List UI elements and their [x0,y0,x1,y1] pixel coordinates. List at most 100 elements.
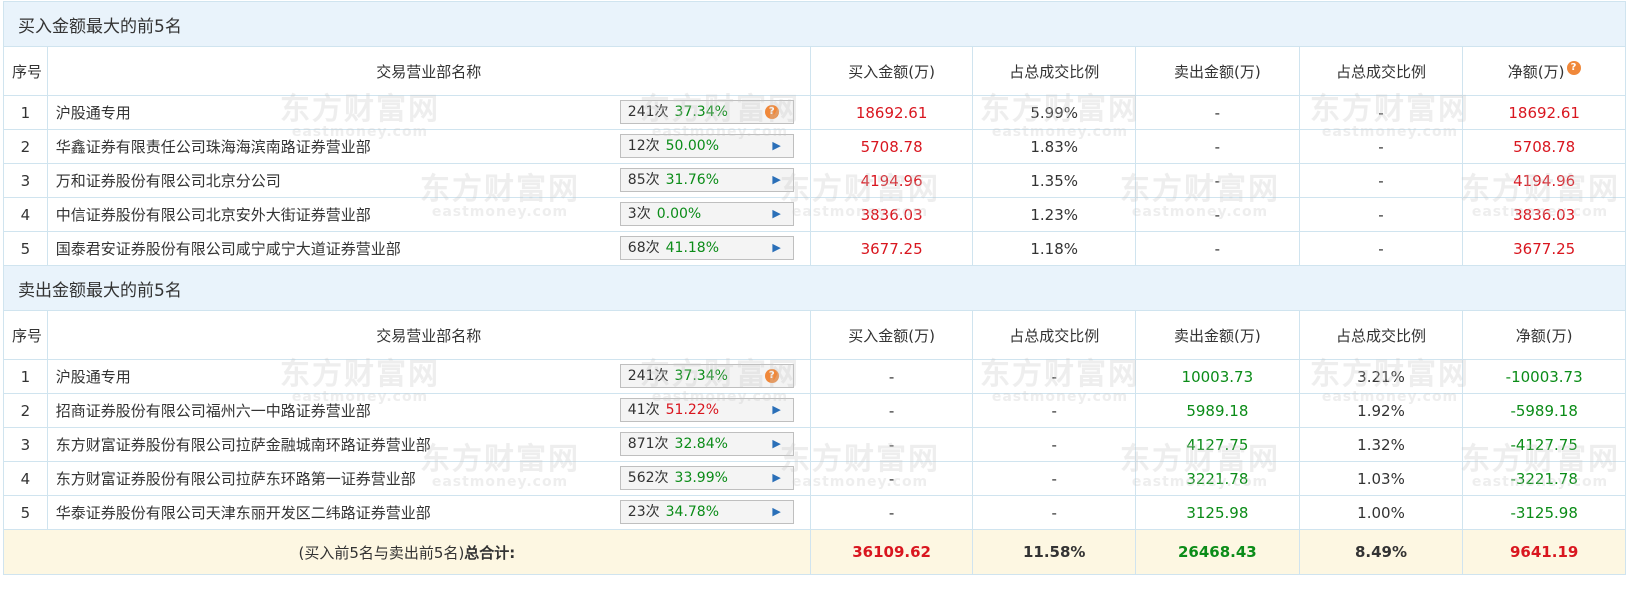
help-circle-icon[interactable]: ? [764,105,779,119]
seat-name-cell: 华泰证券股份有限公司天津东丽开发区二纬路证券营业部 23次 34.78% ▶ [46,495,811,530]
seat-stat-badge[interactable]: 12次 50.00% ▶ [619,134,794,158]
buy-ratio: - [972,359,1137,394]
total-row: (买入前5名与卖出前5名)总合计: 36109.62 11.58% 26468.… [3,529,1626,575]
seat-name[interactable]: 华泰证券股份有限公司天津东丽开发区二纬路证券营业部 [56,502,431,523]
buy-ratio: 1.23% [972,197,1137,232]
sell-amount: - [1135,197,1300,232]
play-right-icon[interactable]: ▶ [772,237,780,259]
seat-name[interactable]: 招商证券股份有限公司福州六一中路证券营业部 [56,400,371,421]
buy-amount: 4194.96 [809,163,974,198]
seat-name[interactable]: 东方财富证券股份有限公司拉萨东环路第一证券营业部 [56,468,416,489]
seat-win-rate: 34.78% [665,504,720,520]
play-right-icon[interactable]: ▶ [772,501,780,523]
help-circle-icon[interactable]: ? [1566,60,1581,75]
seat-trade-count: 871次 [627,436,669,452]
net-amount: -3125.98 [1462,495,1626,530]
sell-amount: 3125.98 [1135,495,1300,530]
seat-name[interactable]: 沪股通专用 [56,102,131,123]
buy-amount: - [809,393,974,428]
header-index: 序号 [3,46,48,96]
total-buy-ratio: 11.58% [972,529,1137,575]
seat-trade-count: 241次 [627,368,669,384]
seat-stat-badge[interactable]: 23次 34.78% ▶ [619,500,794,524]
header-net: 净额(万) [1462,310,1626,360]
seat-win-rate: 41.18% [665,240,720,256]
header-buy-ratio: 占总成交比例 [972,310,1137,360]
buy-amount: 18692.61 [809,95,974,130]
play-right-icon[interactable]: ▶ [772,203,780,225]
play-right-icon[interactable]: ▶ [772,433,780,455]
buy-amount: - [809,461,974,496]
seat-stat-badge[interactable]: 871次 32.84% ▶ [619,432,794,456]
net-amount: -4127.75 [1462,427,1626,462]
sell-amount: - [1135,95,1300,130]
seat-stat-badge[interactable]: 3次 0.00% ▶ [619,202,794,226]
buy-ratio: - [972,427,1137,462]
header-buy-amount: 买入金额(万) [809,46,974,96]
net-amount: 3836.03 [1462,197,1626,232]
sell-ratio: - [1298,231,1464,266]
header-sell-amount: 卖出金额(万) [1135,46,1300,96]
sell-amount: 10003.73 [1135,359,1300,394]
seat-name-cell: 东方财富证券股份有限公司拉萨金融城南环路证券营业部 871次 32.84% ▶ [46,427,811,462]
seat-name[interactable]: 沪股通专用 [56,366,131,387]
header-net-label: 净额(万) [1507,62,1565,81]
sell-ratio: - [1298,129,1464,164]
seat-stat-badge[interactable]: 41次 51.22% ▶ [619,398,794,422]
seat-name-cell: 国泰君安证券股份有限公司咸宁咸宁大道证券营业部 68次 41.18% ▶ [46,231,811,266]
row-index: 1 [3,95,48,130]
row-index: 2 [3,129,48,164]
header-buy-ratio: 占总成交比例 [972,46,1137,96]
net-amount: 18692.61 [1462,95,1626,130]
seat-name[interactable]: 万和证券股份有限公司北京分公司 [56,170,281,191]
seat-win-rate: 37.34% [674,104,728,120]
sell-amount: - [1135,163,1300,198]
seat-name[interactable]: 国泰君安证券股份有限公司咸宁咸宁大道证券营业部 [56,238,401,259]
buy-amount: 3836.03 [809,197,974,232]
header-sell-ratio: 占总成交比例 [1298,310,1464,360]
sell-section-title: 卖出金额最大的前5名 [3,265,1626,311]
seat-win-rate: 32.84% [674,436,728,452]
seat-trade-count: 12次 [627,138,660,154]
seat-stat-badge[interactable]: 241次 37.34%? [619,100,794,124]
sell-section-title-row: 卖出金额最大的前5名 [3,265,1626,311]
buy-ratio: 1.83% [972,129,1137,164]
seat-stat-badge[interactable]: 562次 33.99% ▶ [619,466,794,490]
play-right-icon[interactable]: ▶ [772,399,780,421]
seat-name[interactable]: 东方财富证券股份有限公司拉萨金融城南环路证券营业部 [56,434,431,455]
total-buy-amount: 36109.62 [809,529,974,575]
seat-win-rate: 51.22% [665,402,720,418]
net-amount: -10003.73 [1462,359,1626,394]
seat-name[interactable]: 中信证券股份有限公司北京安外大街证券营业部 [56,204,371,225]
seat-trade-count: 68次 [627,240,660,256]
play-right-icon[interactable]: ▶ [772,135,780,157]
play-right-icon[interactable]: ▶ [772,169,780,191]
sell-ratio: - [1298,163,1464,198]
sell-ratio: 1.03% [1298,461,1464,496]
seat-name-cell: 沪股通专用 241次 37.34%? [46,359,811,394]
seat-trade-count: 23次 [627,504,660,520]
buy-table-row: 1 沪股通专用 241次 37.34%? 18692.61 5.99% - -18692.61 [3,95,1626,130]
total-sell-ratio: 8.49% [1298,529,1464,575]
seat-name[interactable]: 华鑫证券有限责任公司珠海海滨南路证券营业部 [56,136,371,157]
total-label: (买入前5名与卖出前5名)总合计: [3,529,811,575]
row-index: 4 [3,197,48,232]
seat-trade-count: 85次 [627,172,660,188]
play-right-icon[interactable]: ▶ [772,467,780,489]
buy-section-title: 买入金额最大的前5名 [3,1,1626,47]
buy-ratio: 5.99% [972,95,1137,130]
seat-name-cell: 中信证券股份有限公司北京安外大街证券营业部 3次 0.00% ▶ [46,197,811,232]
sell-amount: 5989.18 [1135,393,1300,428]
sell-table-row: 3 东方财富证券股份有限公司拉萨金融城南环路证券营业部 871次 32.84% ▶ - -4… [3,427,1626,462]
sell-table-row: 4 东方财富证券股份有限公司拉萨东环路第一证券营业部 562次 33.99% ▶ - -32… [3,461,1626,496]
seat-name-cell: 东方财富证券股份有限公司拉萨东环路第一证券营业部 562次 33.99% ▶ [46,461,811,496]
seat-stat-badge[interactable]: 85次 31.76% ▶ [619,168,794,192]
buy-table-row: 2 华鑫证券有限责任公司珠海海滨南路证券营业部 12次 50.00% ▶ 5708.78 1… [3,129,1626,164]
total-buy-ratio-value: 11.58% [1022,543,1086,561]
seat-name-cell: 华鑫证券有限责任公司珠海海滨南路证券营业部 12次 50.00% ▶ [46,129,811,164]
buy-ratio: - [972,393,1137,428]
seat-stat-badge[interactable]: 68次 41.18% ▶ [619,236,794,260]
help-circle-icon[interactable]: ? [764,369,779,383]
seat-win-rate: 33.99% [674,470,728,486]
seat-stat-badge[interactable]: 241次 37.34%? [619,364,794,388]
